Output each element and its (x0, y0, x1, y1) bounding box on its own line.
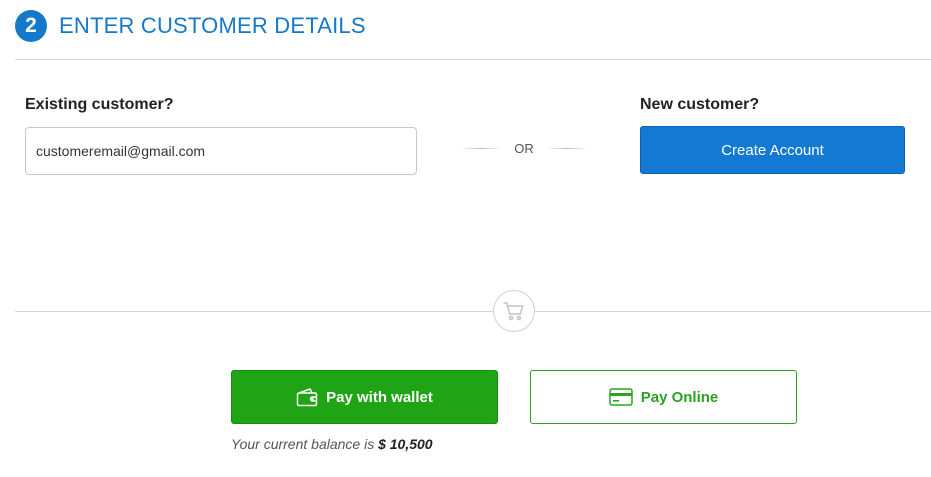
pay-online-label: Pay Online (640, 388, 719, 406)
or-separator: OR (460, 140, 588, 156)
balance-prefix: Your current balance is (231, 436, 375, 452)
create-account-button[interactable]: Create Account (640, 126, 905, 174)
cart-badge (493, 290, 535, 332)
page-title: ENTER CUSTOMER DETAILS (59, 13, 366, 38)
pay-online-button[interactable]: Pay Online (530, 370, 797, 424)
cart-icon (503, 302, 524, 321)
wallet-icon (296, 387, 318, 407)
section-divider (15, 311, 931, 312)
pay-with-wallet-label: Pay with wallet (326, 388, 433, 406)
step-header: 2 ENTER CUSTOMER DETAILS (15, 10, 366, 42)
pay-with-wallet-button[interactable]: Pay with wallet (231, 370, 498, 424)
or-line-right (545, 147, 588, 149)
or-line-left (460, 147, 503, 149)
existing-customer-label: Existing customer? (25, 96, 174, 113)
credit-card-icon (608, 388, 633, 406)
email-field[interactable] (25, 127, 417, 175)
balance-text: Your current balance is $ 10,500 (231, 436, 433, 452)
step-number-badge: 2 (15, 10, 47, 42)
or-text: OR (514, 140, 534, 156)
new-customer-label: New customer? (640, 96, 760, 113)
balance-amount: $ 10,500 (378, 436, 433, 452)
header-divider (15, 59, 931, 60)
